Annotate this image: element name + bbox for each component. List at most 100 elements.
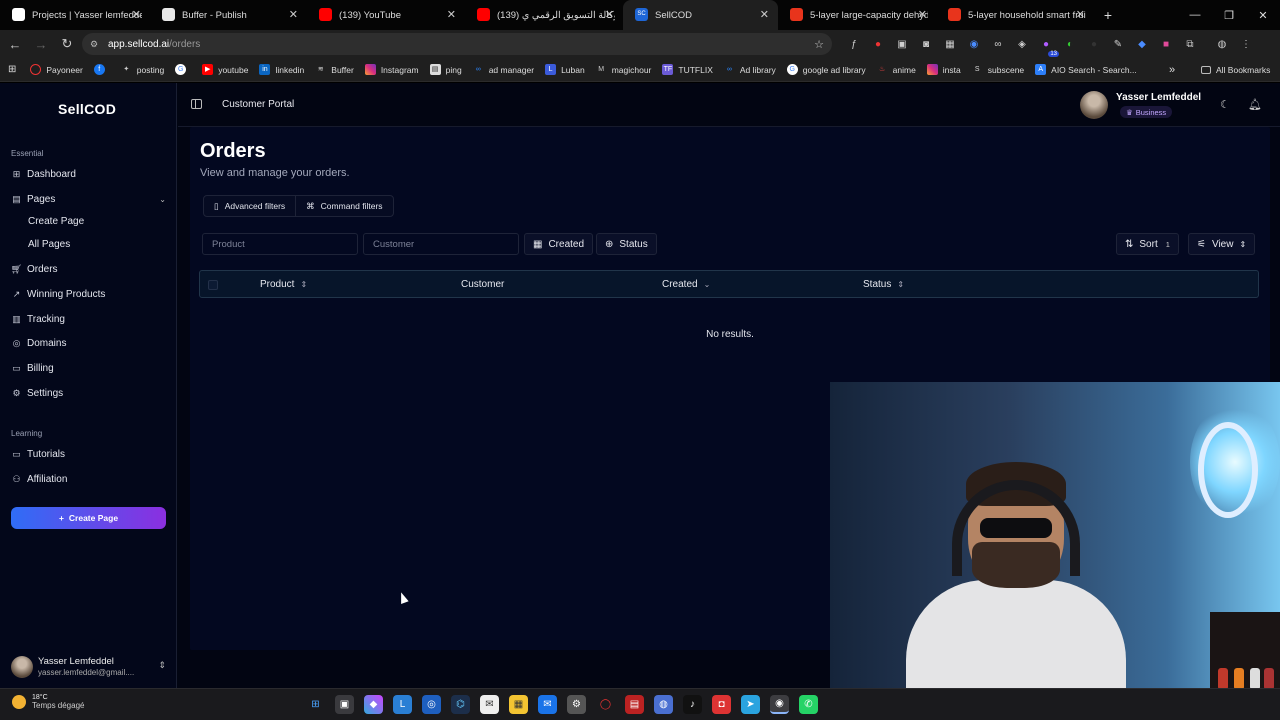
tab-product-2[interactable]: 5-layer household smart frui… ✕ xyxy=(936,0,1094,30)
chevron-down-icon[interactable]: ⌄ xyxy=(159,195,166,204)
user-profile[interactable]: Yasser Lemfeddel ♛ Business xyxy=(1080,91,1202,121)
sidebar-user-menu[interactable]: Yasser Lemfeddel yasser.lemfeddel@gmail.… xyxy=(11,654,166,680)
restore-icon[interactable]: ❐ xyxy=(1212,9,1246,22)
tool-extension-icon[interactable]: ✎ xyxy=(1109,35,1127,53)
bookmark-subscene[interactable]: Ssubscene xyxy=(972,64,1024,75)
forward-icon[interactable]: → xyxy=(28,37,54,52)
bookmark-linkedin[interactable]: in linkedin xyxy=(259,64,304,75)
minimize-icon[interactable]: — xyxy=(1178,9,1212,21)
tab-sellcod[interactable]: SC SellCOD ✕ xyxy=(623,0,778,30)
column-product[interactable]: Product ⇕ xyxy=(260,279,307,290)
bookmark-youtube[interactable]: ▶ youtube xyxy=(202,64,248,75)
news-app-icon[interactable]: ▤ xyxy=(625,695,644,714)
tiktok-icon[interactable]: ♪ xyxy=(683,695,702,714)
outlook-icon[interactable]: ✉ xyxy=(538,695,557,714)
fx-extension-icon[interactable]: ƒ xyxy=(845,35,863,53)
site-info-icon[interactable]: ⚙ xyxy=(90,39,98,50)
telegram-icon[interactable]: ➤ xyxy=(741,695,760,714)
sidebar-item-create-page[interactable]: Create Page xyxy=(28,216,84,227)
customer-filter-input[interactable]: Customer xyxy=(363,233,519,255)
status-filter-button[interactable]: ⊕ Status xyxy=(596,233,657,255)
tab-projects[interactable]: Projects | Yasser lemfeddel's …✕ xyxy=(0,0,150,30)
close-icon[interactable]: ✕ xyxy=(289,8,298,21)
close-icon[interactable]: ✕ xyxy=(1076,8,1085,21)
more-bookmarks-icon[interactable]: » xyxy=(1169,64,1175,76)
sidebar-item-orders[interactable]: 🛒︎ Orders xyxy=(11,264,166,275)
bookmark-tutflix[interactable]: TF TUTFLIX xyxy=(662,64,713,75)
camera-extension-icon[interactable]: ◙ xyxy=(917,35,935,53)
green-extension-icon[interactable]: ◐ xyxy=(1061,35,1079,53)
close-icon[interactable]: ✕ xyxy=(760,8,769,21)
customer-portal-link[interactable]: Customer Portal xyxy=(222,99,294,110)
whatsapp-icon[interactable]: ✆ xyxy=(799,695,818,714)
globe-app-icon[interactable]: ◍ xyxy=(654,695,673,714)
sidebar-item-domains[interactable]: ◎ Domains xyxy=(11,338,166,349)
sort-button[interactable]: ⇅ Sort 1 xyxy=(1116,233,1179,255)
bookmark-payoneer[interactable]: Payoneer xyxy=(30,64,83,75)
product-filter-input[interactable]: Product xyxy=(202,233,358,255)
grid-extension-icon[interactable]: ▣ xyxy=(893,35,911,53)
link-extension-icon[interactable]: ∞ xyxy=(989,35,1007,53)
bookmark-luban[interactable]: L Luban xyxy=(545,64,585,75)
close-icon[interactable]: ✕ xyxy=(918,8,927,21)
red-extension-icon[interactable]: ● xyxy=(869,35,887,53)
view-button[interactable]: ⚟ View ⇕ xyxy=(1188,233,1256,255)
bookmark-aio-search[interactable]: A AIO Search - Search... xyxy=(1035,64,1137,75)
sidebar-item-pages[interactable]: ▤ Pages ⌄ xyxy=(11,194,166,205)
close-icon[interactable]: ✕ xyxy=(605,8,614,21)
sidebar-item-dashboard[interactable]: ⊞ Dashboard xyxy=(11,169,166,180)
new-tab-button[interactable]: + xyxy=(1096,7,1120,23)
bookmark-ad-library[interactable]: ∞ Ad library xyxy=(724,64,776,75)
bookmark-ad-manager[interactable]: ∞ ad manager xyxy=(473,64,534,75)
column-status[interactable]: Status ⇕ xyxy=(863,279,904,290)
l-app-icon[interactable]: L xyxy=(393,695,412,714)
reload-icon[interactable]: ↻ xyxy=(54,36,80,52)
tab-buffer[interactable]: Buffer - Publish ✕ xyxy=(150,0,307,30)
tab-youtube-arabic[interactable]: (139) وكالة التسويق الرقمي ي…✕ xyxy=(465,0,623,30)
blue-extension-icon[interactable]: ◉ xyxy=(965,35,983,53)
profile-icon[interactable]: ◍ xyxy=(1213,35,1231,53)
tag-extension-icon[interactable]: ◆ xyxy=(1133,35,1151,53)
settings-app-icon[interactable]: ⚙ xyxy=(567,695,586,714)
close-window-icon[interactable]: ✕ xyxy=(1246,9,1280,22)
bookmark-posting[interactable]: ✦ posting xyxy=(121,64,164,75)
sellcod-logo[interactable]: SellCOD xyxy=(58,101,116,117)
mail-icon[interactable]: ✉ xyxy=(480,695,499,714)
url-bar[interactable]: ⚙ app.sellcod.ai/orders ☆ xyxy=(82,33,832,55)
all-bookmarks[interactable]: All Bookmarks xyxy=(1201,65,1270,75)
created-filter-button[interactable]: ▦ Created xyxy=(524,233,594,255)
bookmark-anime[interactable]: ♨ anime xyxy=(877,64,916,75)
create-page-button[interactable]: + Create Page xyxy=(11,507,166,529)
task-view-icon[interactable]: ▣ xyxy=(335,695,354,714)
bookmark-google[interactable]: G xyxy=(175,64,191,75)
moon-icon[interactable]: ☾ xyxy=(1220,98,1230,111)
capture-app-icon[interactable]: ◘ xyxy=(712,695,731,714)
bookmark-facebook[interactable]: f xyxy=(93,64,110,75)
windows-start-icon[interactable]: ⊞ xyxy=(306,695,325,714)
tab-youtube[interactable]: (139) YouTube ✕ xyxy=(307,0,465,30)
tab-command-filters[interactable]: ⌘ Command filters xyxy=(295,196,392,216)
sidebar-item-tracking[interactable]: ▥ Tracking xyxy=(11,314,166,325)
vscode-icon[interactable]: ⌬ xyxy=(451,695,470,714)
blue-app-icon[interactable]: ◎ xyxy=(422,695,441,714)
dark-extension-icon[interactable]: ● xyxy=(1085,35,1103,53)
close-icon[interactable]: ✕ xyxy=(132,8,141,21)
sidebar-item-affiliation[interactable]: ⚇ Affiliation xyxy=(11,474,166,485)
bookmark-buffer[interactable]: ≋ Buffer xyxy=(315,64,354,75)
tab-product-1[interactable]: 5-layer large-capacity dehydr…✕ xyxy=(778,0,936,30)
bookmark-instagram[interactable]: Instagram xyxy=(364,64,419,75)
w-extension-icon[interactable]: ◈ xyxy=(1013,35,1031,53)
bell-icon[interactable]: 🔔︎ xyxy=(1248,98,1262,111)
sidebar-item-winning-products[interactable]: ↗ Winning Products xyxy=(11,289,166,300)
sidebar-item-billing[interactable]: ▭ Billing xyxy=(11,363,166,374)
back-icon[interactable]: ← xyxy=(2,37,28,52)
store-icon[interactable]: ▦ xyxy=(509,695,528,714)
box-extension-icon[interactable]: ▦ xyxy=(941,35,959,53)
bookmark-insta[interactable]: insta xyxy=(926,64,961,75)
column-created[interactable]: Created ⌄ xyxy=(662,279,710,290)
sidebar-toggle-icon[interactable] xyxy=(191,99,202,109)
sidebar-item-tutorials[interactable]: ▭ Tutorials xyxy=(11,449,166,460)
copilot-icon[interactable]: ◆ xyxy=(364,695,383,714)
tab-advanced-filters[interactable]: ▯ Advanced filters xyxy=(204,196,295,216)
bookmark-magichour[interactable]: Mmagichour xyxy=(596,64,651,75)
